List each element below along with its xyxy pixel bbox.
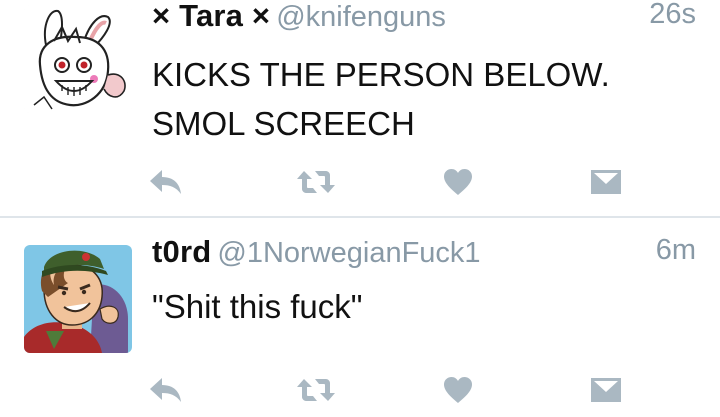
tweet-text: "Shit this fuck"	[152, 282, 696, 331]
tweet-header: × Tara × @knifenguns 26s	[152, 0, 696, 48]
heart-icon	[444, 169, 472, 195]
avatar[interactable]	[24, 245, 132, 353]
like-button[interactable]	[438, 162, 478, 202]
tweet-actions	[0, 162, 720, 202]
direct-message-icon	[591, 170, 621, 194]
avatar[interactable]	[24, 5, 132, 113]
retweet-icon	[297, 171, 335, 193]
username-handle[interactable]: @1NorwegianFuck1	[217, 237, 480, 269]
display-name[interactable]: × Tara ×	[152, 0, 270, 33]
retweet-button[interactable]	[296, 370, 336, 410]
tweet-text-line: KICKS THE PERSON BELOW.	[152, 56, 610, 93]
reply-icon	[150, 170, 181, 194]
reply-icon	[150, 378, 181, 402]
tweet[interactable]: t0rd @1NorwegianFuck1 6m "Shit this fuck"	[0, 218, 720, 417]
retweet-button[interactable]	[296, 162, 336, 202]
timestamp[interactable]: 6m	[656, 234, 696, 267]
direct-message-button[interactable]	[586, 370, 626, 410]
avatar-drawing	[24, 5, 132, 113]
like-button[interactable]	[438, 370, 478, 410]
avatar-drawing	[24, 245, 132, 353]
direct-message-icon	[591, 378, 621, 402]
tweet[interactable]: × Tara × @knifenguns 26s KICKS THE PERSON…	[0, 0, 720, 216]
retweet-icon	[297, 379, 335, 401]
tweet-text: KICKS THE PERSON BELOW. SMOL SCREECH	[152, 50, 696, 148]
heart-icon	[444, 377, 472, 403]
tweet-text-line: SMOL SCREECH	[152, 105, 415, 142]
reply-button[interactable]	[146, 370, 186, 410]
display-name[interactable]: t0rd	[152, 234, 211, 269]
direct-message-button[interactable]	[586, 162, 626, 202]
reply-button[interactable]	[146, 162, 186, 202]
username-handle[interactable]: @knifenguns	[276, 1, 446, 33]
tweet-text-line: "Shit this fuck"	[152, 288, 363, 325]
timestamp[interactable]: 26s	[649, 0, 696, 31]
tweet-header: t0rd @1NorwegianFuck1 6m	[152, 234, 696, 284]
tweet-actions	[0, 370, 720, 410]
